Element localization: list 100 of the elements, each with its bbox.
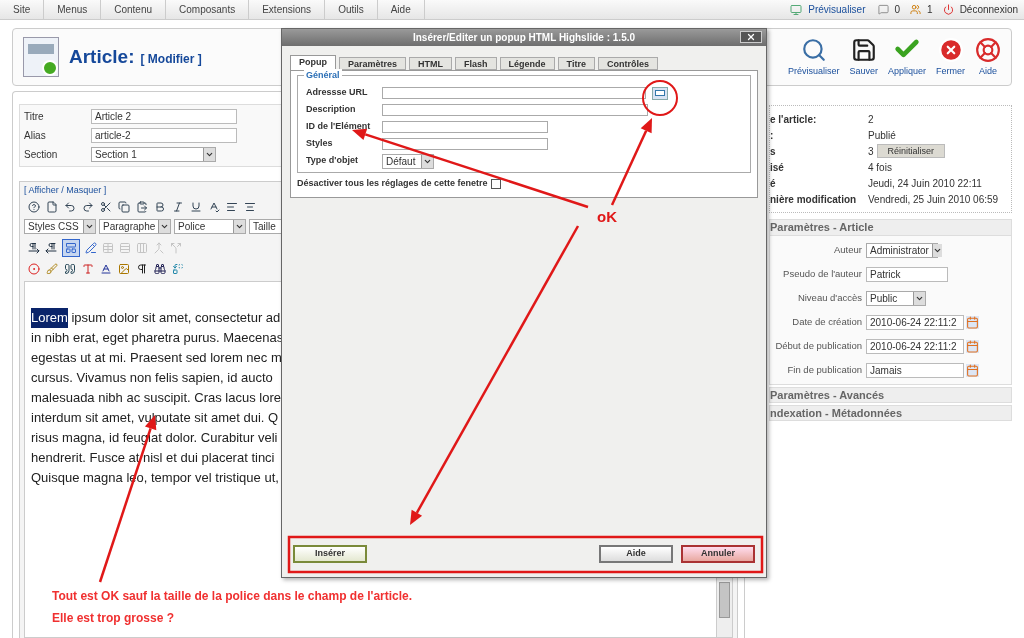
menu-item[interactable]: Extensions	[249, 0, 326, 19]
dialog-tab[interactable]: Légende	[499, 57, 555, 70]
dialog-button[interactable]: Annuler	[681, 545, 755, 563]
field-label: Alias	[24, 129, 47, 143]
reset-button[interactable]: Réinitialiser	[876, 144, 946, 158]
align-center-icon[interactable]	[244, 201, 256, 213]
dialog-button[interactable]: Insérer	[293, 545, 367, 563]
info-label: isé	[770, 160, 785, 175]
menu-item[interactable]: Composants	[166, 0, 250, 19]
page-title: Article:	[69, 44, 135, 69]
section-header[interactable]: ndexation - Métadonnées	[769, 405, 1012, 421]
dialog-tab[interactable]: HTML	[409, 57, 453, 70]
logout-link[interactable]: Déconnexion	[959, 2, 1018, 17]
preview-link[interactable]: Prévisualiser	[808, 2, 866, 17]
cut-icon[interactable]	[100, 201, 112, 213]
field-label: ID de l'Elément	[306, 120, 372, 134]
toolbar-button[interactable]: Sauver	[849, 37, 878, 79]
underline-icon[interactable]	[190, 201, 202, 213]
checkbox[interactable]	[490, 178, 501, 189]
right-to-left-icon[interactable]	[45, 241, 57, 254]
section-header[interactable]: Paramètres - Avancés	[769, 387, 1012, 403]
info-value: Publié	[868, 128, 896, 143]
annotation-note: Elle est trop grosse ?	[52, 610, 176, 627]
format-select[interactable]: Styles CSS	[24, 219, 96, 234]
users-icon	[910, 4, 922, 15]
visual-aid-button[interactable]	[62, 238, 80, 257]
replace-icon[interactable]	[172, 262, 184, 275]
dialog-tab[interactable]: Popup	[290, 55, 336, 70]
paragraph-line: egestas ut at mi. Praesent sed lorem nec m	[31, 348, 282, 367]
info-value: 4 fois	[868, 160, 892, 175]
menu-item[interactable]: Aide	[377, 0, 425, 19]
help-icon[interactable]	[28, 201, 40, 213]
format-select[interactable]: Police	[174, 219, 246, 234]
menu-item[interactable]: Outils	[325, 0, 378, 19]
parameter-label: Date de création	[791, 314, 863, 329]
calendar-icon[interactable]	[966, 339, 979, 353]
text-color-icon[interactable]	[100, 262, 112, 275]
dialog-tab[interactable]: Paramètres	[339, 57, 407, 70]
parameter-select[interactable]: Public	[866, 290, 926, 306]
dialog-tab[interactable]: Titre	[557, 57, 595, 70]
info-label: :	[770, 128, 775, 143]
menu-item[interactable]: Contenu	[101, 0, 167, 19]
input-field[interactable]	[382, 138, 548, 150]
logout-icon	[942, 4, 954, 15]
italic-icon[interactable]	[172, 201, 184, 213]
preview-icon	[790, 3, 803, 16]
calendar-icon[interactable]	[966, 315, 979, 329]
info-value: 2	[868, 112, 874, 127]
input-field[interactable]	[382, 121, 548, 133]
quote-icon[interactable]	[64, 262, 76, 275]
toolbar-button[interactable]: Prévisualiser	[787, 37, 840, 79]
info-label: é	[770, 176, 777, 191]
bold-icon[interactable]	[154, 201, 166, 213]
close-button[interactable]	[740, 31, 762, 43]
format-select[interactable]: Paragraphe	[99, 219, 171, 234]
date-field[interactable]: 2010-06-24 22:11:2	[866, 338, 964, 354]
dialog-button[interactable]: Aide	[599, 545, 673, 563]
section-select[interactable]: Section 1	[91, 147, 216, 162]
spellcheck-icon[interactable]	[208, 201, 220, 213]
object-type-select[interactable]: Défaut	[382, 153, 434, 169]
align-left-icon[interactable]	[226, 201, 238, 213]
dialog-title: Insérer/Editer un popup HTML Highslide : 1.5.0	[412, 31, 636, 45]
paragraph-line: interdum sit amet, vulputate sit amet dui. Q	[31, 408, 279, 427]
toolbar-button[interactable]: Fermer	[936, 37, 965, 79]
image-icon[interactable]	[118, 262, 130, 275]
paste-icon[interactable]	[136, 201, 148, 213]
letter-icon[interactable]	[82, 262, 94, 275]
text-field[interactable]: Patrick	[866, 266, 948, 282]
browse-icon[interactable]	[652, 86, 668, 100]
message-count: 0	[894, 3, 901, 17]
toolbar-button[interactable]: Appliquer	[887, 35, 926, 79]
dialog-tab[interactable]: Flash	[455, 57, 497, 70]
info-label: s	[770, 144, 777, 159]
left-to-right-icon[interactable]	[28, 241, 40, 254]
parameter-label: Début de publication	[774, 338, 863, 353]
calendar-icon[interactable]	[966, 363, 979, 377]
section-header[interactable]: Paramètres - Article	[770, 220, 1011, 236]
paragraph-line: malesuada nibh ac suscipit. Cras lacus lore	[31, 388, 281, 407]
copy-icon[interactable]	[118, 201, 130, 213]
url-field[interactable]	[382, 87, 646, 99]
text-field[interactable]: article-2	[91, 128, 237, 143]
circle-dot-icon[interactable]	[28, 262, 40, 275]
toolbar-button[interactable]: Aide	[975, 37, 1001, 79]
edit-icon[interactable]	[85, 241, 97, 254]
input-field[interactable]	[382, 104, 648, 116]
close-icon	[746, 32, 756, 42]
text-field[interactable]: Article 2	[91, 109, 237, 124]
paragraph-line: in nibh erat, eget pharetra purus. Maecenas	[31, 328, 284, 347]
paragraph-line: ipsum dolor sit amet, consectetur ad	[71, 308, 281, 327]
date-field[interactable]: 2010-06-24 22:11:2	[866, 314, 964, 330]
dialog-tab[interactable]: Contrôles	[597, 57, 658, 70]
redo-icon[interactable]	[82, 201, 94, 213]
undo-icon[interactable]	[64, 201, 76, 213]
pilcrow-icon[interactable]	[136, 262, 148, 275]
menu-item[interactable]: Menus	[44, 0, 102, 19]
info-value: Jeudi, 24 Juin 2010 22:11	[868, 176, 982, 191]
new-document-icon[interactable]	[46, 201, 58, 213]
date-field[interactable]: Jamais	[866, 362, 964, 378]
binoculars-icon[interactable]	[154, 262, 166, 275]
menu-item[interactable]: Site	[0, 0, 45, 19]
